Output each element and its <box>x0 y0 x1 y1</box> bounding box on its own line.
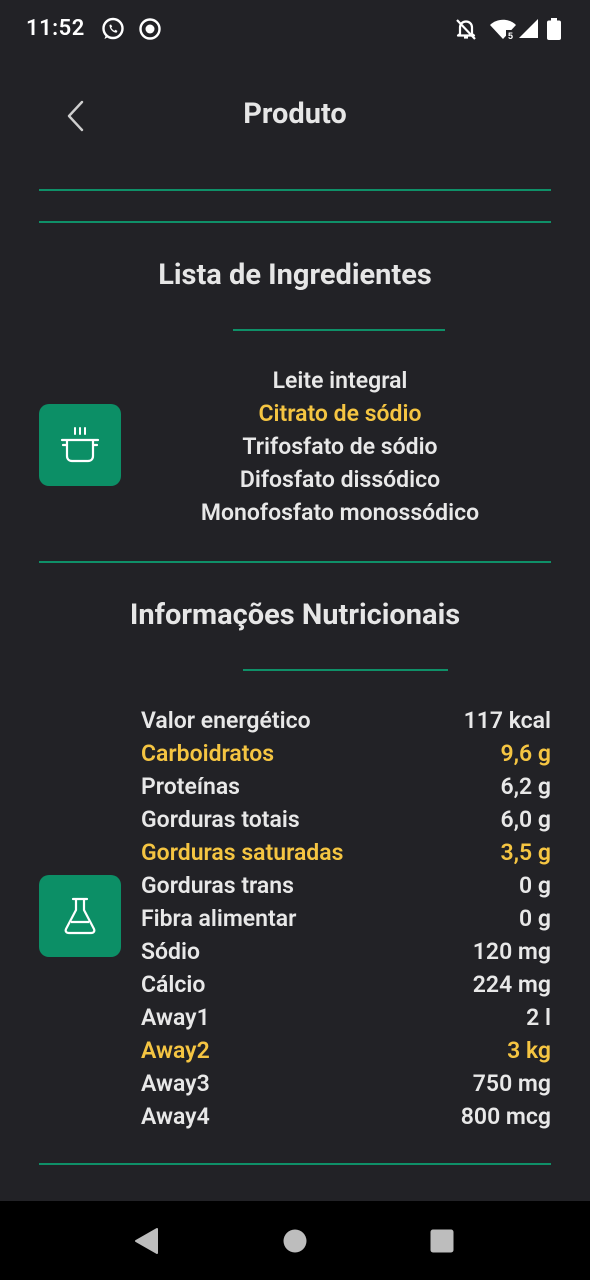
nutrient-name: Away2 <box>141 1037 210 1064</box>
nutrient-value: 117 kcal <box>463 707 551 734</box>
screen: 11:52 5 Produto Lista de Ingredientes Le… <box>0 0 590 1280</box>
nutrition-title: Informações Nutricionais <box>129 598 461 632</box>
header-divider-bottom <box>39 221 551 223</box>
nutrient-value: 3 kg <box>507 1037 551 1064</box>
signal-icon <box>519 19 538 38</box>
nav-home-button[interactable] <box>277 1223 313 1259</box>
flask-icon <box>64 897 96 935</box>
nutrition-row: Cálcio 224 mg <box>141 968 551 1001</box>
nutrient-name: Carboidratos <box>141 740 275 767</box>
nutrient-name: Fibra alimentar <box>141 905 297 932</box>
nutrient-name: Cálcio <box>141 971 206 998</box>
nutrient-name: Gorduras saturadas <box>141 839 344 866</box>
nutrition-row: Carboidratos 9,6 g <box>141 737 551 770</box>
status-bar: 11:52 5 <box>0 0 590 58</box>
nutrient-value: 2 l <box>526 1004 551 1031</box>
nutrition-row: Away4 800 mcg <box>141 1100 551 1133</box>
nutrition-row: Gorduras trans 0 g <box>141 869 551 902</box>
svg-text:5: 5 <box>508 31 513 41</box>
nutrition-icon-tile <box>39 875 121 957</box>
ingredient-item: Trifosfato de sódio <box>242 433 438 460</box>
ingredients-divider <box>39 561 551 563</box>
ingredients-list: Leite integral Citrato de sódio Trifosfato… <box>130 364 550 529</box>
record-icon <box>139 18 161 40</box>
nutrient-name: Away3 <box>141 1070 210 1097</box>
nutrition-row: Gorduras saturadas 3,5 g <box>141 836 551 869</box>
home-circle-icon <box>283 1229 307 1253</box>
nutrient-name: Proteínas <box>141 773 241 800</box>
nutrient-name: Away1 <box>141 1004 210 1031</box>
system-nav-bar <box>0 1201 590 1280</box>
ingredient-item: Difosfato dissódico <box>239 466 441 493</box>
ingredients-title: Lista de Ingredientes <box>158 258 432 292</box>
nutrient-name: Away4 <box>141 1103 210 1130</box>
nutrition-row: Gorduras totais 6,0 g <box>141 803 551 836</box>
nutrient-name: Valor energético <box>141 707 311 734</box>
nutrient-value: 0 g <box>519 905 551 932</box>
nutrition-row: Away3 750 mg <box>141 1067 551 1100</box>
nutrition-row: Fibra alimentar 0 g <box>141 902 551 935</box>
nutrient-name: Gorduras trans <box>141 872 294 899</box>
nutrition-row: Proteínas 6,2 g <box>141 770 551 803</box>
nutrition-title-underline <box>243 669 448 671</box>
ingredient-item: Citrato de sódio <box>258 400 422 427</box>
header-divider-top <box>39 189 551 191</box>
nutrient-value: 6,0 g <box>500 806 551 833</box>
ingredients-title-underline <box>233 329 445 331</box>
bell-off-icon <box>456 19 476 40</box>
nutrition-row: Away1 2 l <box>141 1001 551 1034</box>
ingredient-item: Monofosfato monossódico <box>200 499 480 526</box>
recents-square-icon <box>430 1229 454 1253</box>
whatsapp-icon <box>102 17 124 40</box>
cooking-pot-icon <box>60 427 100 463</box>
nutrient-name: Gorduras totais <box>141 806 300 833</box>
nutrient-value: 120 mg <box>472 938 551 965</box>
nutrient-value: 0 g <box>519 872 551 899</box>
status-time: 11:52 <box>26 16 85 41</box>
nutrition-table: Valor energético 117 kcal Carboidratos 9,6 … <box>141 704 551 1133</box>
nav-back-button[interactable] <box>128 1223 164 1259</box>
nutrient-value: 800 mcg <box>460 1103 551 1130</box>
nutrient-value: 224 mg <box>472 971 551 998</box>
nutrient-value: 6,2 g <box>500 773 551 800</box>
nutrition-row: Valor energético 117 kcal <box>141 704 551 737</box>
nutrient-value: 3,5 g <box>500 839 551 866</box>
ingredient-item: Leite integral <box>272 367 408 394</box>
nutrient-value: 9,6 g <box>500 740 551 767</box>
nutrition-row: Sódio 120 mg <box>141 935 551 968</box>
app-header: Produto <box>0 80 590 150</box>
page-title: Produto <box>243 97 347 131</box>
back-triangle-icon <box>135 1228 158 1254</box>
wifi-icon: 5 <box>490 19 516 41</box>
nutrition-row: Away2 3 kg <box>141 1034 551 1067</box>
nav-recents-button[interactable] <box>424 1223 460 1259</box>
nutrient-name: Sódio <box>141 938 200 965</box>
nutrition-divider <box>39 1163 551 1165</box>
nutrient-value: 750 mg <box>472 1070 551 1097</box>
battery-icon <box>547 18 561 40</box>
ingredients-icon-tile <box>39 404 121 486</box>
